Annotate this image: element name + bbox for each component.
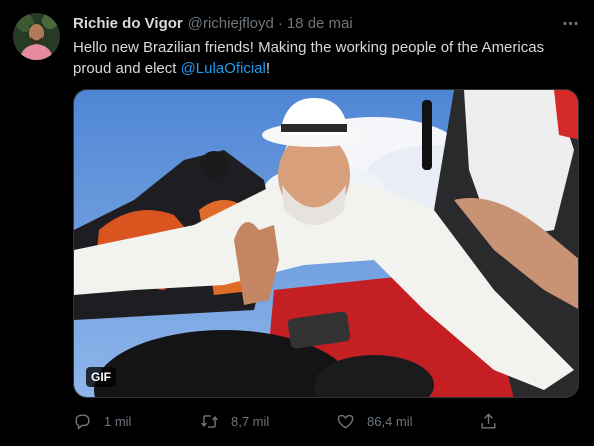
gif-badge: GIF <box>86 367 116 387</box>
display-name[interactable]: Richie do Vigor <box>73 15 183 32</box>
share-icon <box>481 412 496 429</box>
mention-link[interactable]: @LulaOficial <box>181 60 266 77</box>
tweet[interactable]: Richie do Vigor @richiejfloyd · 18 de ma… <box>0 0 594 446</box>
avatar[interactable] <box>13 13 60 60</box>
reply-button[interactable]: 1 mil <box>73 406 131 436</box>
share-button[interactable] <box>479 406 498 436</box>
more-options-button[interactable] <box>557 10 583 36</box>
gif-image <box>74 90 578 397</box>
tweet-text-end: ! <box>265 60 271 77</box>
tweet-text: Hello new Brazilian friends! Making the … <box>73 37 573 79</box>
like-button[interactable]: 86,4 mil <box>336 406 413 436</box>
retweet-button[interactable]: 8,7 mil <box>200 406 269 436</box>
timestamp[interactable]: 18 de mai <box>287 15 353 32</box>
tweet-actions: 1 mil 8,7 mil 86,4 mil <box>73 406 513 436</box>
reply-icon <box>75 413 90 429</box>
heart-icon <box>337 414 354 429</box>
tweet-header: Richie do Vigor @richiejfloyd · 18 de ma… <box>73 13 353 33</box>
retweet-icon <box>201 414 218 428</box>
tweet-media-gif[interactable]: GIF <box>73 89 579 398</box>
reply-count: 1 mil <box>104 413 132 429</box>
more-horizontal-icon <box>562 21 578 25</box>
tweet-text-body: Hello new Brazilian friends! Making the … <box>73 39 545 77</box>
retweet-count: 8,7 mil <box>231 413 270 429</box>
avatar-image <box>13 13 60 60</box>
user-handle[interactable]: @richiejfloyd <box>188 15 274 32</box>
like-count: 86,4 mil <box>367 413 413 429</box>
separator-dot: · <box>277 14 283 32</box>
